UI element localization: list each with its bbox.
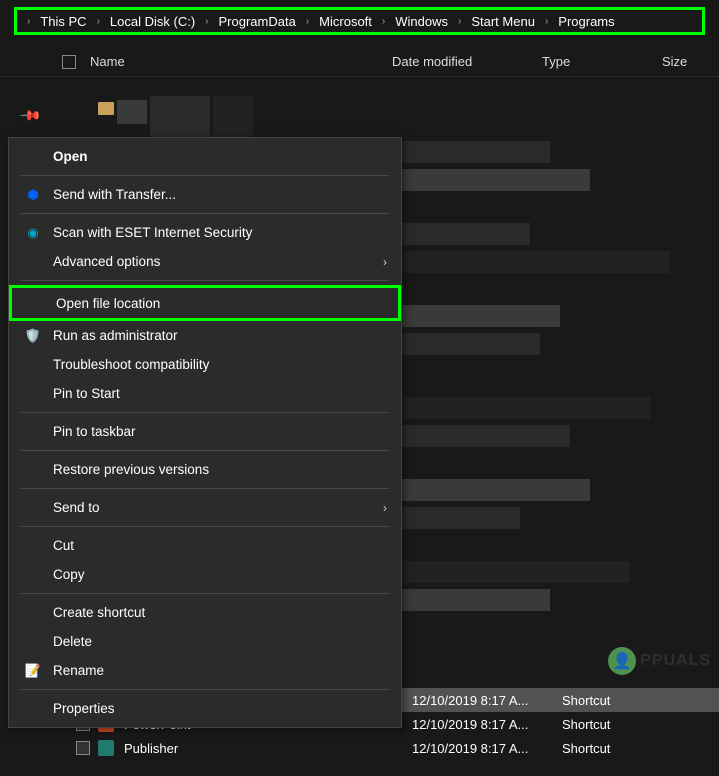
column-type-header[interactable]: Type — [542, 54, 662, 69]
menu-scan-eset[interactable]: ◉ Scan with ESET Internet Security — [9, 218, 401, 247]
chevron-right-icon: › — [539, 16, 554, 27]
dropbox-icon: ⬢ — [23, 185, 43, 205]
file-date: 12/10/2019 8:17 A... — [412, 717, 562, 732]
menu-label: Copy — [53, 567, 85, 582]
menu-separator — [21, 213, 389, 214]
address-bar[interactable]: › This PC › Local Disk (C:) › ProgramDat… — [14, 7, 705, 35]
column-size-header[interactable]: Size — [662, 54, 719, 69]
context-menu: Open ⬢ Send with Transfer... ◉ Scan with… — [8, 137, 402, 728]
watermark-text: PPUALS — [640, 652, 711, 670]
menu-label: Pin to taskbar — [53, 424, 136, 439]
column-headers: Name Date modified Type Size — [0, 47, 719, 77]
menu-label: Scan with ESET Internet Security — [53, 225, 252, 240]
censored-content — [390, 141, 700, 661]
chevron-right-icon: › — [452, 16, 467, 27]
breadcrumb-item[interactable]: Windows — [391, 12, 452, 31]
menu-separator — [21, 689, 389, 690]
watermark: 👤 PPUALS — [608, 647, 711, 675]
breadcrumb-item[interactable]: ProgramData — [215, 12, 300, 31]
menu-separator — [21, 526, 389, 527]
menu-label: Pin to Start — [53, 386, 120, 401]
column-date-header[interactable]: Date modified — [392, 54, 542, 69]
file-date: 12/10/2019 8:17 A... — [412, 693, 562, 708]
chevron-right-icon: › — [376, 16, 391, 27]
menu-troubleshoot[interactable]: Troubleshoot compatibility — [9, 350, 401, 379]
avatar-icon: 👤 — [608, 647, 636, 675]
column-name-header[interactable]: Name — [90, 54, 125, 69]
menu-properties[interactable]: Properties — [9, 694, 401, 723]
menu-label: Run as administrator — [53, 328, 178, 343]
file-row-publisher[interactable]: Publisher 12/10/2019 8:17 A... Shortcut — [60, 736, 719, 760]
menu-delete[interactable]: Delete — [9, 627, 401, 656]
menu-create-shortcut[interactable]: Create shortcut — [9, 598, 401, 627]
publisher-icon — [96, 739, 116, 757]
menu-advanced-options[interactable]: Advanced options › — [9, 247, 401, 276]
select-all-checkbox[interactable] — [62, 55, 76, 69]
menu-pin-start[interactable]: Pin to Start — [9, 379, 401, 408]
menu-label: Delete — [53, 634, 92, 649]
chevron-right-icon: › — [300, 16, 315, 27]
file-type: Shortcut — [562, 741, 682, 756]
menu-rename[interactable]: 📝 Rename — [9, 656, 401, 685]
chevron-right-icon: › — [199, 16, 214, 27]
menu-separator — [21, 450, 389, 451]
menu-label: Send to — [53, 500, 100, 515]
menu-label: Cut — [53, 538, 74, 553]
menu-label: Rename — [53, 663, 104, 678]
breadcrumb-item[interactable]: This PC — [36, 12, 90, 31]
breadcrumb-item[interactable]: Programs — [554, 12, 618, 31]
file-date: 12/10/2019 8:17 A... — [412, 741, 562, 756]
menu-cut[interactable]: Cut — [9, 531, 401, 560]
menu-separator — [21, 488, 389, 489]
menu-copy[interactable]: Copy — [9, 560, 401, 589]
breadcrumb-item[interactable]: Local Disk (C:) — [106, 12, 199, 31]
file-type: Shortcut — [562, 717, 682, 732]
menu-label: Advanced options — [53, 254, 160, 269]
menu-pin-taskbar[interactable]: Pin to taskbar — [9, 417, 401, 446]
menu-separator — [21, 593, 389, 594]
menu-separator — [21, 412, 389, 413]
menu-separator — [21, 280, 389, 281]
menu-label: Open file location — [56, 296, 160, 311]
chevron-right-icon: › — [21, 16, 36, 27]
chevron-right-icon: › — [91, 16, 106, 27]
menu-send-to[interactable]: Send to › — [9, 493, 401, 522]
chevron-right-icon: › — [383, 501, 387, 515]
menu-open[interactable]: Open — [9, 142, 401, 171]
breadcrumb-item[interactable]: Microsoft — [315, 12, 376, 31]
breadcrumb-item[interactable]: Start Menu — [467, 12, 539, 31]
row-checkbox[interactable] — [76, 741, 90, 755]
menu-separator — [21, 175, 389, 176]
chevron-right-icon: › — [383, 255, 387, 269]
menu-label: Send with Transfer... — [53, 187, 176, 202]
menu-label: Troubleshoot compatibility — [53, 357, 209, 372]
menu-open-file-location[interactable]: Open file location — [9, 285, 401, 321]
breadcrumb: › This PC › Local Disk (C:) › ProgramDat… — [21, 12, 619, 31]
menu-send-transfer[interactable]: ⬢ Send with Transfer... — [9, 180, 401, 209]
eset-icon: ◉ — [23, 223, 43, 243]
menu-label: Create shortcut — [53, 605, 145, 620]
menu-label: Restore previous versions — [53, 462, 209, 477]
pin-icon[interactable]: 📌 — [19, 103, 43, 127]
menu-restore-versions[interactable]: Restore previous versions — [9, 455, 401, 484]
file-name: Publisher — [124, 741, 412, 756]
menu-label: Open — [53, 149, 88, 164]
menu-run-as-admin[interactable]: 🛡️ Run as administrator — [9, 321, 401, 350]
menu-label: Properties — [53, 701, 115, 716]
rename-icon: 📝 — [23, 661, 43, 681]
file-type: Shortcut — [562, 693, 682, 708]
shield-icon: 🛡️ — [23, 326, 43, 346]
